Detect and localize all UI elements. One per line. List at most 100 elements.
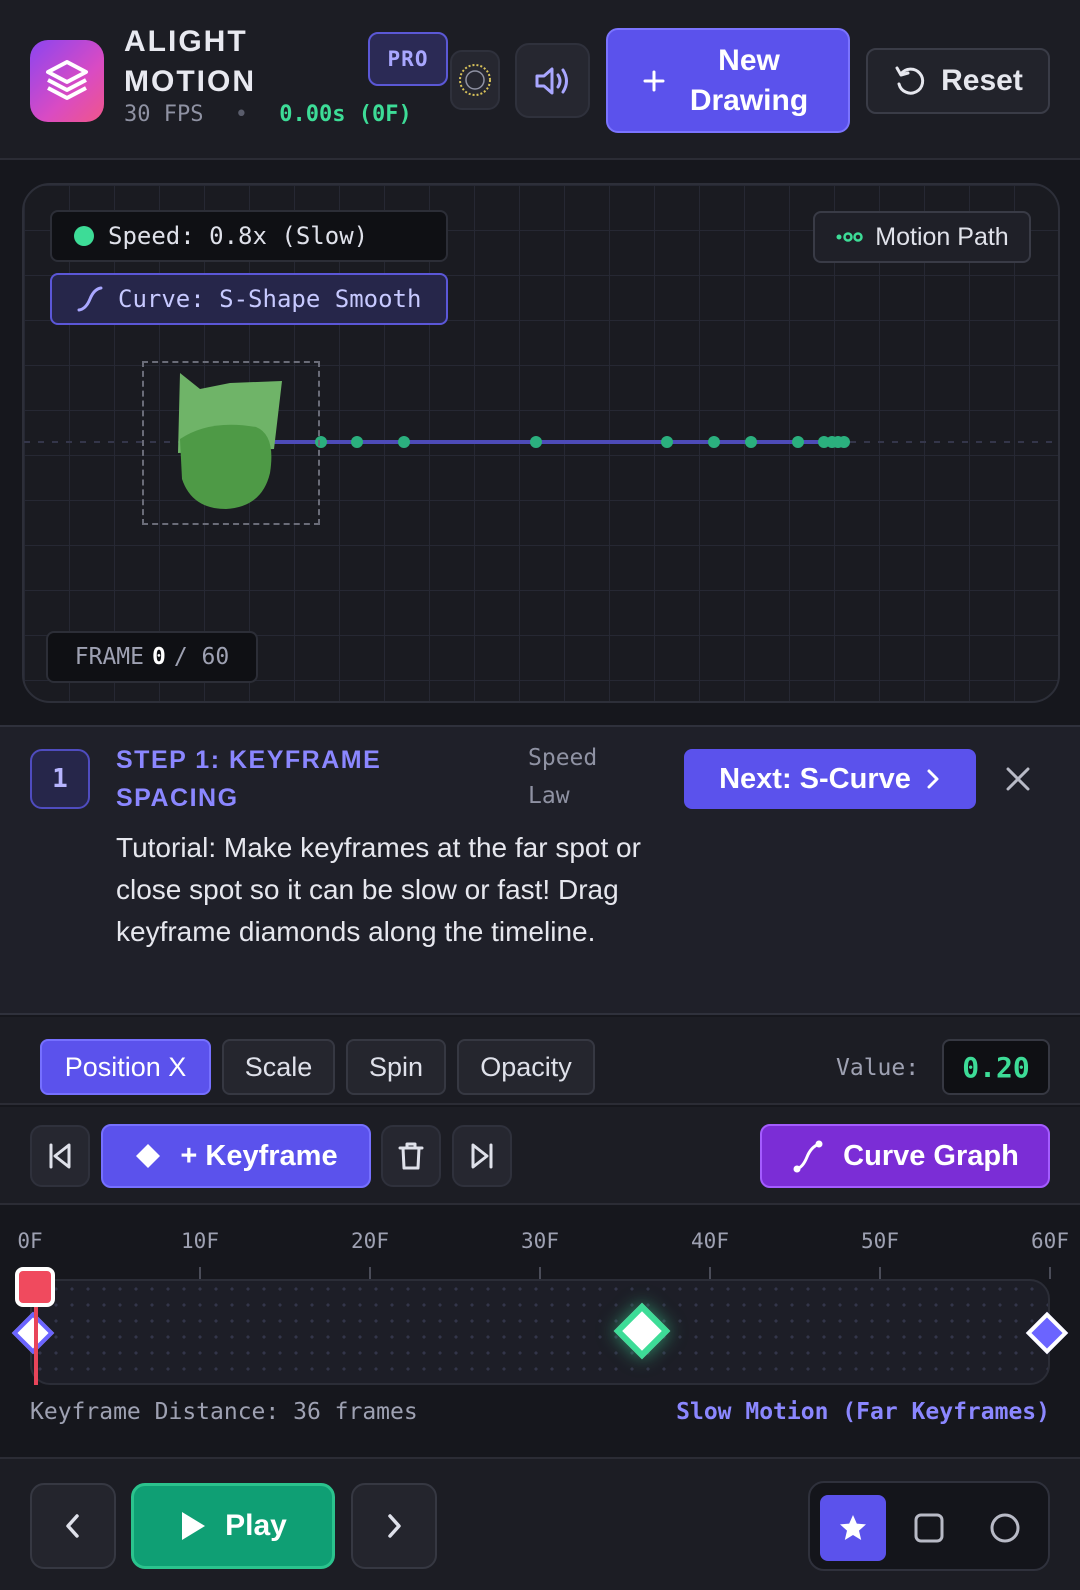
- curve-graph-label: Curve Graph: [843, 1139, 1019, 1172]
- curve-graph-icon: [793, 1140, 823, 1173]
- tick-label: 0F: [17, 1229, 43, 1253]
- tab-position-x[interactable]: Position X: [40, 1039, 211, 1095]
- layers-icon: [46, 60, 88, 100]
- previous-frame-button[interactable]: [30, 1483, 116, 1569]
- motion-path-dot: [530, 436, 542, 448]
- tab-spin[interactable]: Spin: [346, 1039, 446, 1095]
- motion-path-dot: [745, 436, 757, 448]
- curve-graph-button[interactable]: Curve Graph: [760, 1124, 1050, 1188]
- tick-label: 10F: [181, 1229, 219, 1253]
- drawn-shape[interactable]: [170, 369, 290, 519]
- tutorial-text: Tutorial: Make keyframes at the far spot…: [116, 832, 641, 947]
- shape-circle-button[interactable]: [972, 1495, 1038, 1561]
- add-keyframe-button[interactable]: + Keyframe: [101, 1124, 371, 1188]
- next-step-label: Next: S-Curve: [719, 762, 911, 795]
- reset-button[interactable]: Reset: [866, 48, 1050, 114]
- reset-label: Reset: [941, 64, 1023, 97]
- app-title-line1: ALIGHT: [124, 25, 248, 58]
- achievement-badge-button[interactable]: [450, 50, 500, 110]
- speed-indicator: Speed: 0.8x (Slow): [50, 210, 448, 262]
- circle-icon: [990, 1513, 1020, 1543]
- frame-prefix: FRAME: [74, 644, 144, 670]
- app-logo: [30, 40, 104, 122]
- step-number: 1: [30, 749, 90, 809]
- playhead-line[interactable]: [34, 1295, 38, 1385]
- motion-path-dot: [661, 436, 673, 448]
- property-tabs-bar: Position X Scale Spin Opacity Value: 0.2…: [0, 1017, 1080, 1105]
- motion-path-icon: [836, 232, 864, 242]
- speed-status-dot: [74, 226, 94, 246]
- frame-counter: FRAME 0 / 60: [46, 631, 258, 683]
- tab-opacity[interactable]: Opacity: [457, 1039, 595, 1095]
- app-header: ALIGHT MOTION 30 FPS • 0.00s (0F) PRO Ne…: [0, 0, 1080, 160]
- play-icon: [182, 1512, 206, 1540]
- tick-mark: [369, 1267, 371, 1279]
- motion-mode-text: Slow Motion (Far Keyframes): [676, 1399, 1050, 1425]
- timeline: 0F 10F 20F 30F 40F 50F 60F Keyframe Distance: …: [0, 1207, 1080, 1457]
- motion-path-dot: [351, 436, 363, 448]
- keyframe-toolbar: + Keyframe Curve Graph: [0, 1107, 1080, 1205]
- playhead-handle[interactable]: [15, 1267, 55, 1307]
- tick-label: 60F: [1031, 1229, 1069, 1253]
- close-icon: [1006, 767, 1030, 791]
- drawing-canvas[interactable]: Speed: 0.8x (Slow) Curve: S-Shape Smooth…: [22, 183, 1060, 703]
- new-drawing-label: New Drawing: [689, 43, 809, 117]
- jump-to-start-button[interactable]: [30, 1125, 90, 1187]
- step-title: STEP 1: KEYFRAME SPACING: [116, 746, 382, 812]
- shape-square-button[interactable]: [896, 1495, 962, 1561]
- badge-icon: [459, 64, 491, 96]
- play-label: Play: [225, 1509, 287, 1542]
- chevron-right-icon: [388, 1514, 401, 1538]
- reset-icon: [895, 66, 925, 95]
- tab-scale[interactable]: Scale: [222, 1039, 335, 1095]
- shape-star-button[interactable]: [820, 1495, 886, 1561]
- playback-meta: 30 FPS • 0.00s (0F): [124, 102, 412, 127]
- curve-indicator: Curve: S-Shape Smooth: [50, 273, 448, 325]
- delete-keyframe-button[interactable]: [381, 1125, 441, 1187]
- next-step-button[interactable]: Next: S-Curve: [684, 749, 976, 809]
- app-title-line2: MOTION: [124, 65, 256, 98]
- motion-path-dot: [838, 436, 850, 448]
- tick-label: 20F: [351, 1229, 389, 1253]
- pro-badge[interactable]: PRO: [368, 32, 448, 86]
- square-icon: [914, 1513, 944, 1543]
- curve-icon: [77, 286, 103, 312]
- value-readout[interactable]: 0.20: [942, 1039, 1050, 1095]
- close-tutorial-button[interactable]: [998, 759, 1038, 799]
- chevron-left-icon: [66, 1514, 79, 1538]
- play-button[interactable]: Play: [131, 1483, 335, 1569]
- frame-total: / 60: [173, 644, 230, 670]
- tick-mark: [879, 1267, 881, 1279]
- keyframe-distance-text: Keyframe Distance: 36 frames: [30, 1399, 418, 1425]
- motion-path-dot: [708, 436, 720, 448]
- tick-mark: [199, 1267, 201, 1279]
- tick-label: 50F: [861, 1229, 899, 1253]
- star-icon: [840, 1515, 866, 1540]
- curve-label: Curve: S-Shape Smooth: [118, 285, 422, 313]
- sound-button[interactable]: [515, 43, 590, 118]
- motion-path-label: Motion Path: [875, 222, 1009, 251]
- time-readout: 0.00s (0F): [279, 102, 412, 127]
- new-drawing-button[interactable]: New Drawing: [606, 28, 850, 133]
- skip-back-icon: [49, 1143, 71, 1169]
- tick-label: 30F: [521, 1229, 559, 1253]
- motion-path-dot: [792, 436, 804, 448]
- app-title: ALIGHT MOTION: [124, 22, 256, 102]
- tick-label: 40F: [691, 1229, 729, 1253]
- timeline-track[interactable]: [30, 1279, 1050, 1385]
- value-label: Value:: [836, 1055, 920, 1081]
- trash-icon: [398, 1142, 424, 1170]
- motion-path-toggle[interactable]: Motion Path: [813, 211, 1031, 263]
- speaker-icon: [535, 67, 568, 94]
- motion-path-dot: [398, 436, 410, 448]
- shape-picker: [808, 1481, 1050, 1571]
- tick-mark: [539, 1267, 541, 1279]
- plus-icon: [643, 70, 665, 91]
- speed-label: Speed: 0.8x (Slow): [108, 222, 369, 250]
- frame-current: 0: [152, 644, 166, 670]
- skip-forward-icon: [471, 1143, 493, 1169]
- tutorial-panel: 1 STEP 1: KEYFRAME SPACING Speed Law Nex…: [0, 725, 1080, 1015]
- next-frame-button[interactable]: [351, 1483, 437, 1569]
- jump-to-end-button[interactable]: [452, 1125, 512, 1187]
- add-keyframe-label: + Keyframe: [180, 1139, 338, 1172]
